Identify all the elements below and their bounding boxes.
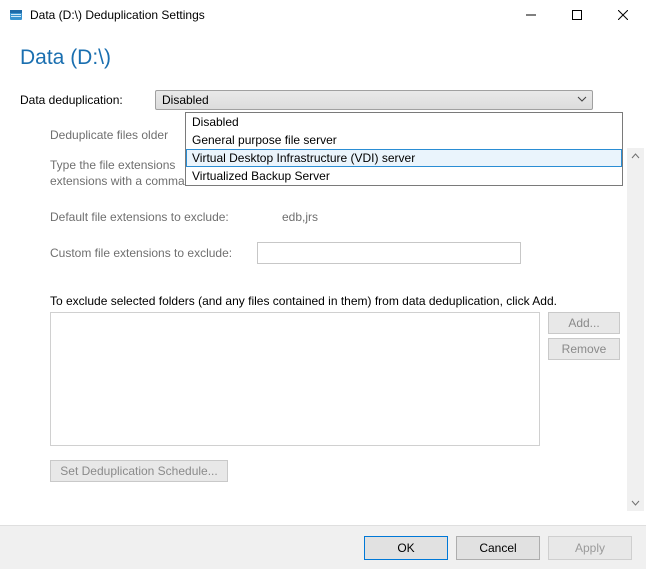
chevron-down-icon xyxy=(577,93,587,108)
older-than-label: Deduplicate files older xyxy=(50,128,168,142)
window-title: Data (D:\) Deduplication Settings xyxy=(30,8,205,22)
exclude-folders-text: To exclude selected folders (and any fil… xyxy=(50,294,557,308)
minimize-button[interactable] xyxy=(508,0,554,30)
remove-button[interactable]: Remove xyxy=(548,338,620,360)
dedup-option-general[interactable]: General purpose file server xyxy=(186,131,622,149)
apply-button[interactable]: Apply xyxy=(548,536,632,560)
add-button[interactable]: Add... xyxy=(548,312,620,334)
scroll-down-icon[interactable] xyxy=(627,494,644,511)
default-ext-label: Default file extensions to exclude: xyxy=(50,210,229,224)
cancel-button[interactable]: Cancel xyxy=(456,536,540,560)
title-bar: Data (D:\) Deduplication Settings xyxy=(0,0,646,30)
excluded-folders-list[interactable] xyxy=(50,312,540,446)
content-scrollbar[interactable] xyxy=(627,148,644,511)
content-area: Data deduplication: Disabled Disabled Ge… xyxy=(20,90,626,110)
dedup-option-vdi[interactable]: Virtual Desktop Infrastructure (VDI) ser… xyxy=(186,149,622,167)
dedup-option-vbackup[interactable]: Virtualized Backup Server xyxy=(186,167,622,185)
close-button[interactable] xyxy=(600,0,646,30)
page-title: Data (D:\) xyxy=(20,46,626,70)
dedup-combobox-value: Disabled xyxy=(162,93,209,107)
custom-ext-label: Custom file extensions to exclude: xyxy=(50,246,232,260)
maximize-button[interactable] xyxy=(554,0,600,30)
custom-ext-input[interactable] xyxy=(257,242,521,264)
page: Data (D:\) Data deduplication: Disabled … xyxy=(0,46,646,569)
type-ext-label-2: extensions with a comma xyxy=(50,174,185,188)
default-ext-value: edb,jrs xyxy=(282,210,318,224)
dedup-label: Data deduplication: xyxy=(20,93,155,107)
dedup-option-disabled[interactable]: Disabled xyxy=(186,113,622,131)
ok-button[interactable]: OK xyxy=(364,536,448,560)
dedup-combobox[interactable]: Disabled xyxy=(155,90,593,110)
dialog-button-bar: OK Cancel Apply xyxy=(0,525,646,569)
dedup-dropdown: Disabled General purpose file server Vir… xyxy=(185,112,623,186)
type-ext-label-1: Type the file extensions xyxy=(50,158,175,172)
scroll-up-icon[interactable] xyxy=(627,148,644,165)
set-schedule-button[interactable]: Set Deduplication Schedule... xyxy=(50,460,228,482)
app-icon xyxy=(8,7,24,23)
